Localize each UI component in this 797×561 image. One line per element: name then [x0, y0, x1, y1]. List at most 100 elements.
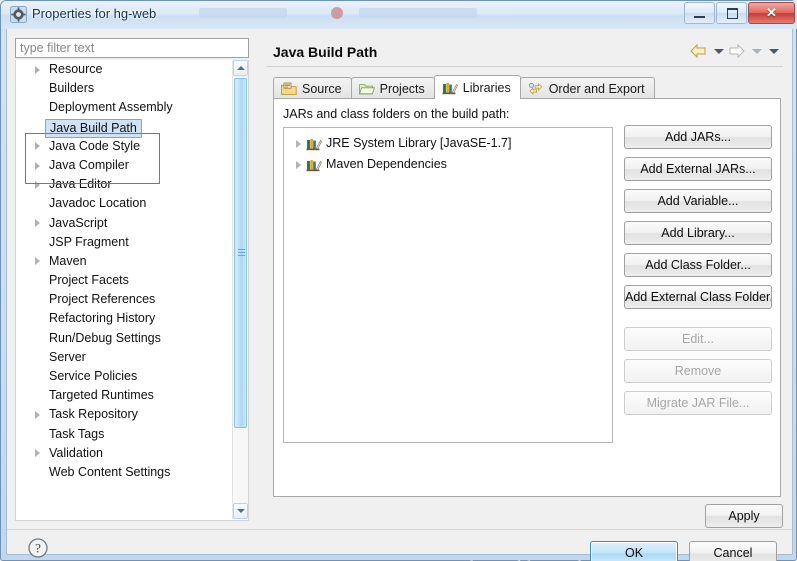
scrollbar-thumb[interactable]	[234, 78, 247, 428]
sidebar-item-label: Targeted Runtimes	[49, 388, 154, 403]
sidebar-item-java-compiler[interactable]: Java Compiler	[16, 156, 234, 175]
tab-order-and-export[interactable]: Order and Export	[519, 77, 655, 99]
sidebar-item-label: Builders	[49, 81, 95, 96]
sidebar-item-label: Deployment Assembly	[49, 100, 173, 115]
scroll-down-button[interactable]	[233, 503, 248, 519]
sidebar-item-label: Server	[49, 349, 86, 364]
title-divider	[267, 66, 783, 67]
libraries-list[interactable]: JRE System Library [JavaSE-1.7] Maven Dep…	[283, 127, 613, 443]
scrollbar-grip-icon	[238, 249, 245, 257]
library-books-icon	[306, 137, 322, 151]
apply-button[interactable]: Apply	[705, 504, 783, 528]
sidebar-item-label: Service Policies	[49, 369, 138, 383]
view-menu-icon[interactable]	[769, 48, 779, 54]
sidebar-item-label: Maven	[49, 253, 87, 268]
tab-label: Order and Export	[548, 81, 645, 96]
tree-vertical-scrollbar[interactable]	[232, 60, 248, 519]
sidebar-item-deployment-assembly[interactable]: Deployment Assembly	[16, 98, 234, 117]
close-button[interactable]: ✕	[748, 2, 795, 24]
sidebar-item-targeted-runtimes[interactable]: Targeted Runtimes	[16, 386, 234, 405]
remove-button: Remove	[624, 359, 772, 383]
add-external-jars-button[interactable]: Add External JARs...	[624, 157, 772, 181]
sidebar-item-task-tags[interactable]: Task Tags	[16, 425, 234, 444]
tab-source[interactable]: Source	[273, 77, 352, 99]
sidebar-item-maven[interactable]: Maven	[16, 252, 234, 271]
dialog-body: Resource Builders Deployment Assembly Java …	[6, 29, 793, 561]
sidebar-item-label: Task Repository	[49, 407, 138, 422]
forward-button[interactable]	[728, 44, 745, 58]
sidebar-item-web-content-settings[interactable]: Web Content Settings	[16, 463, 234, 482]
sidebar-item-refactoring-history[interactable]: Refactoring History	[16, 309, 234, 328]
open-folder-icon	[358, 82, 375, 96]
sidebar-item-label: Java Build Path	[45, 118, 142, 138]
tab-libraries[interactable]: Libraries	[433, 75, 521, 99]
sidebar-item-label: Java Code Style	[49, 138, 141, 153]
libraries-action-buttons: Add JARs... Add External JARs... Add Varia…	[624, 125, 772, 423]
expand-arrow-icon[interactable]	[35, 257, 40, 266]
sidebar-item-javascript[interactable]: JavaScript	[16, 214, 234, 233]
tab-label: Libraries	[462, 80, 511, 95]
sidebar-item-service-policies[interactable]: Service Policies	[16, 367, 234, 386]
library-books-icon	[442, 81, 458, 95]
sidebar-item-label: Java Editor	[49, 177, 112, 192]
maximize-button[interactable]	[716, 2, 747, 24]
sidebar-item-validation[interactable]: Validation	[16, 444, 234, 463]
migrate-jar-file-button: Migrate JAR File...	[624, 391, 772, 415]
expand-arrow-icon[interactable]	[35, 161, 40, 170]
preference-tree[interactable]: Resource Builders Deployment Assembly Java …	[15, 60, 249, 521]
add-external-class-folder-button[interactable]: Add External Class Folder...	[624, 285, 772, 309]
sidebar-item-task-repository[interactable]: Task Repository	[16, 405, 234, 424]
sidebar-item-java-build-path[interactable]: Java Build Path	[16, 118, 234, 138]
minimize-button[interactable]	[684, 2, 715, 24]
pane-navigation-bar	[690, 44, 779, 58]
sidebar-item-run-debug-settings[interactable]: Run/Debug Settings	[16, 329, 234, 348]
add-jars-button[interactable]: Add JARs...	[624, 125, 772, 149]
back-button[interactable]	[690, 44, 707, 58]
expand-arrow-icon[interactable]	[35, 180, 40, 189]
sidebar-item-java-editor[interactable]: Java Editor	[16, 175, 234, 194]
sidebar-item-project-references[interactable]: Project References	[16, 290, 234, 309]
expand-arrow-icon[interactable]	[35, 449, 40, 458]
sidebar-item-label: JavaScript	[49, 215, 108, 230]
libraries-caption: JARs and class folders on the build path…	[283, 107, 510, 121]
libraries-tab-panel: JARs and class folders on the build path…	[273, 98, 781, 497]
scroll-up-button[interactable]	[233, 60, 248, 76]
sidebar-item-java-code-style[interactable]: Java Code Style	[16, 137, 234, 156]
expand-arrow-icon[interactable]	[35, 410, 40, 419]
tab-projects[interactable]: Projects	[350, 77, 435, 99]
sidebar-item-resource[interactable]: Resource	[16, 60, 234, 79]
footer-divider	[7, 529, 792, 530]
sidebar-item-label: Web Content Settings	[49, 464, 171, 479]
add-library-button[interactable]: Add Library...	[624, 221, 772, 245]
back-history-dropdown-icon[interactable]	[714, 48, 724, 54]
add-class-folder-button[interactable]: Add Class Folder...	[624, 253, 772, 277]
expand-arrow-icon[interactable]	[296, 160, 301, 169]
sidebar-item-builders[interactable]: Builders	[16, 79, 234, 98]
sidebar-item-jsp-fragment[interactable]: JSP Fragment	[16, 233, 234, 252]
window-title: Properties for hg-web	[32, 6, 157, 21]
caret-down-icon	[236, 509, 245, 513]
sidebar-item-label: Java Compiler	[49, 157, 129, 172]
close-icon: ✕	[766, 5, 777, 20]
expand-arrow-icon[interactable]	[35, 65, 40, 74]
tab-label: Projects	[379, 81, 425, 96]
add-variable-button[interactable]: Add Variable...	[624, 189, 772, 213]
filter-input[interactable]	[15, 38, 249, 58]
expand-arrow-icon[interactable]	[296, 139, 301, 148]
expand-arrow-icon[interactable]	[35, 219, 40, 228]
tab-strip: Source Projects Libraries Order and Export	[273, 75, 655, 99]
settings-pane: Java Build Path Source Projects Librarie…	[265, 38, 785, 528]
library-entry[interactable]: Maven Dependencies	[284, 154, 612, 175]
sidebar-item-project-facets[interactable]: Project Facets	[16, 271, 234, 290]
forward-history-dropdown-icon[interactable]	[752, 48, 762, 54]
library-entry-label: JRE System Library [JavaSE-1.7]	[326, 136, 512, 150]
library-entry[interactable]: JRE System Library [JavaSE-1.7]	[284, 133, 612, 154]
sidebar-item-javadoc-location[interactable]: Javadoc Location	[16, 194, 234, 213]
background-window-artifact-dot	[331, 7, 343, 19]
tab-label: Source	[302, 81, 342, 96]
expand-arrow-icon[interactable]	[35, 142, 40, 151]
page-title: Java Build Path	[273, 44, 378, 60]
source-folder-icon	[281, 82, 297, 96]
help-icon[interactable]: ?	[27, 537, 49, 559]
sidebar-item-server[interactable]: Server	[16, 348, 234, 367]
